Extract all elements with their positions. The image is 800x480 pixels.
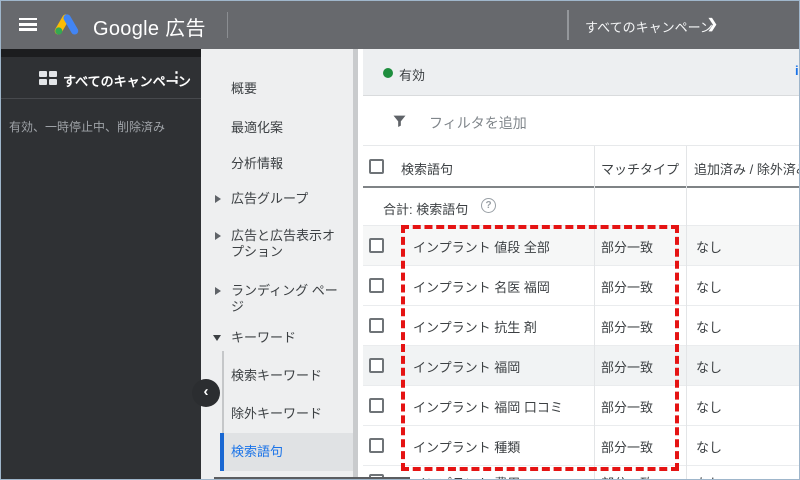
cell-match-type: 部分一致 bbox=[601, 473, 653, 479]
help-icon[interactable]: ? bbox=[481, 198, 496, 213]
nav-item-overview[interactable]: 概要 bbox=[231, 77, 349, 101]
table-row[interactable]: インプラント 種類 部分一致 なし bbox=[363, 426, 799, 466]
cell-match-type: 部分一致 bbox=[601, 320, 654, 335]
main-content: 有効 i フィルタを追加 検索語句 マッチタイプ 追加済み / 除外済み 合計:… bbox=[363, 49, 799, 479]
table-row[interactable]: インプラント 抗生 剤 部分一致 なし bbox=[363, 306, 799, 346]
table-header-row: 検索語句 マッチタイプ 追加済み / 除外済み bbox=[363, 146, 799, 188]
cell-search-term: インプラント 値段 全部 bbox=[413, 240, 550, 255]
add-filter-label: フィルタを追加 bbox=[429, 115, 527, 131]
table-summary-row: 合計: 検索語句 ? bbox=[363, 188, 799, 226]
chevron-right-icon[interactable] bbox=[215, 195, 221, 203]
nav-item-search-keywords[interactable]: 検索キーワード bbox=[231, 364, 349, 388]
nav-indent-line bbox=[222, 351, 224, 433]
column-divider bbox=[594, 146, 595, 479]
filter-funnel-icon bbox=[391, 113, 408, 134]
cell-match-type: 部分一致 bbox=[601, 280, 654, 295]
cell-added-excluded: なし bbox=[696, 240, 723, 255]
status-enabled-dot-icon bbox=[383, 68, 393, 78]
nav-item-label: 検索語句 bbox=[231, 444, 284, 459]
info-icon[interactable]: i bbox=[795, 63, 799, 78]
nav-item-ad-groups[interactable]: 広告グループ bbox=[231, 187, 349, 211]
google-ads-logo-icon bbox=[53, 13, 80, 42]
cell-added-excluded: なし bbox=[696, 473, 722, 479]
nav-item-ads-extensions[interactable]: 広告と広告表示オプション bbox=[231, 228, 347, 260]
overflow-menu-icon[interactable]: ⋮ bbox=[169, 68, 184, 86]
brand-title: Google 広告 bbox=[93, 18, 206, 40]
chevron-left-icon: ‹ bbox=[203, 383, 209, 400]
row-checkbox[interactable] bbox=[369, 238, 384, 253]
nav-item-landing-pages[interactable]: ランディング ページ bbox=[231, 283, 347, 315]
nav-item-insights[interactable]: 分析情報 bbox=[231, 152, 349, 176]
campaign-filter-summary: 有効、一時停止中、削除済み bbox=[9, 120, 166, 134]
section-nav: 概要 最適化案 分析情報 広告グループ 広告と広告表示オプション ランディング … bbox=[201, 49, 363, 479]
table-row[interactable]: インプラント 福岡 部分一致 なし bbox=[363, 346, 799, 386]
cell-match-type: 部分一致 bbox=[601, 240, 654, 255]
collapse-panel-button[interactable]: ‹ bbox=[192, 379, 220, 407]
nav-item-recommendations[interactable]: 最適化案 bbox=[231, 116, 349, 140]
cell-search-term: インプラント 名医 福岡 bbox=[413, 280, 550, 295]
select-all-checkbox[interactable] bbox=[369, 159, 384, 174]
status-bar: 有効 i bbox=[363, 49, 799, 96]
campaign-selector[interactable]: すべてのキャンペーン bbox=[585, 17, 713, 36]
status-label[interactable]: 有効 bbox=[399, 65, 425, 84]
cell-search-term: インプラント 抗生 剤 bbox=[413, 320, 537, 335]
row-checkbox[interactable] bbox=[369, 278, 384, 293]
table-row[interactable]: インプラント 福岡 口コミ 部分一致 なし bbox=[363, 386, 799, 426]
column-header-added-excluded[interactable]: 追加済み / 除外済み bbox=[694, 159, 799, 178]
chevron-right-icon[interactable] bbox=[215, 287, 221, 295]
hamburger-menu-icon[interactable] bbox=[19, 18, 37, 31]
cell-search-term: インプラント 福岡 bbox=[413, 360, 521, 375]
chevron-right-icon[interactable] bbox=[215, 232, 221, 240]
topbar-divider bbox=[227, 12, 228, 38]
cell-search-term: インプラント 費用 bbox=[413, 473, 520, 479]
summary-label: 合計: 検索語句 bbox=[383, 202, 469, 217]
cell-added-excluded: なし bbox=[696, 440, 723, 455]
divider bbox=[1, 98, 201, 99]
column-header-search-term[interactable]: 検索語句 bbox=[401, 159, 453, 178]
campaigns-grid-icon[interactable] bbox=[39, 71, 58, 86]
cell-match-type: 部分一致 bbox=[601, 400, 654, 415]
table-row[interactable]: インプラント 値段 全部 部分一致 なし bbox=[363, 226, 799, 266]
cell-added-excluded: なし bbox=[696, 360, 723, 375]
table-row[interactable]: インプラント 費用 部分一致 なし bbox=[363, 464, 799, 479]
row-checkbox[interactable] bbox=[369, 398, 384, 413]
row-checkbox[interactable] bbox=[369, 358, 384, 373]
selected-indicator bbox=[220, 433, 224, 471]
column-header-match-type[interactable]: マッチタイプ bbox=[601, 159, 679, 178]
cell-added-excluded: なし bbox=[696, 320, 723, 335]
nav-item-negative-keywords[interactable]: 除外キーワード bbox=[231, 402, 349, 426]
chevron-down-icon[interactable] bbox=[213, 335, 221, 341]
nav-item-search-terms-selected[interactable]: 検索語句 bbox=[220, 433, 354, 471]
add-filter-bar[interactable]: フィルタを追加 bbox=[363, 96, 799, 146]
top-app-bar: Google 広告 すべてのキャンペーン ❯ bbox=[1, 1, 799, 49]
topbar-divider bbox=[567, 10, 569, 40]
cell-match-type: 部分一致 bbox=[601, 440, 654, 455]
cell-match-type: 部分一致 bbox=[601, 360, 654, 375]
cell-added-excluded: なし bbox=[696, 400, 723, 415]
cell-search-term: インプラント 福岡 口コミ bbox=[413, 400, 563, 415]
account-sidebar: すべてのキャンペーン ⋮ 有効、一時停止中、削除済み bbox=[1, 49, 201, 479]
table-row[interactable]: インプラント 名医 福岡 部分一致 なし bbox=[363, 266, 799, 306]
sidebar-top-shadow bbox=[1, 49, 201, 57]
cell-search-term: インプラント 種類 bbox=[413, 440, 521, 455]
row-checkbox[interactable] bbox=[369, 438, 384, 453]
google-ads-window: Google 広告 すべてのキャンペーン ❯ すべてのキャンペーン ⋮ 有効、一… bbox=[0, 0, 800, 480]
column-divider bbox=[686, 146, 687, 479]
row-checkbox[interactable] bbox=[369, 318, 384, 333]
chevron-right-icon[interactable]: ❯ bbox=[707, 16, 718, 32]
cell-added-excluded: なし bbox=[696, 280, 723, 295]
nav-item-keywords[interactable]: キーワード bbox=[231, 326, 349, 350]
